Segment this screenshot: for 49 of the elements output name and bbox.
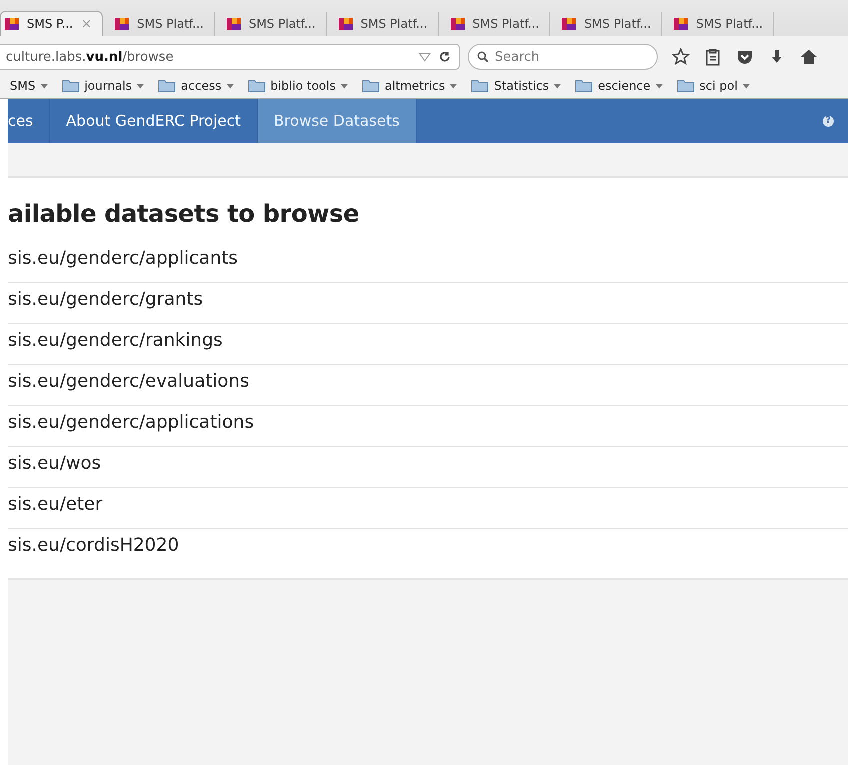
- favicon-icon: [115, 17, 130, 31]
- bookmark-menu[interactable]: escience: [575, 79, 663, 93]
- bookmark-menu[interactable]: sci pol: [676, 79, 750, 93]
- folder-icon: [362, 79, 380, 93]
- bookmark-menu[interactable]: access: [158, 79, 234, 93]
- pocket-icon[interactable]: [736, 48, 754, 66]
- bookmark-menu[interactable]: Statistics: [471, 79, 562, 93]
- caret-icon: [742, 84, 750, 88]
- caret-icon: [450, 84, 458, 88]
- bookmark-menu[interactable]: SMS: [10, 79, 48, 93]
- caret-icon: [340, 84, 348, 88]
- dataset-link[interactable]: sis.eu/genderc/applications: [8, 406, 848, 447]
- dataset-link[interactable]: sis.eu/cordisH2020: [8, 529, 848, 570]
- favicon-icon: [226, 17, 241, 31]
- favicon-icon: [450, 17, 465, 31]
- favicon-icon: [338, 17, 353, 31]
- favicon-icon: [562, 17, 576, 31]
- favicon-icon: [674, 17, 688, 31]
- reload-icon[interactable]: [439, 51, 451, 63]
- dropdown-icon: [419, 51, 431, 63]
- folder-icon: [471, 79, 490, 93]
- dataset-link[interactable]: sis.eu/genderc/evaluations: [8, 365, 848, 406]
- browser-tab[interactable]: SMS P... ×: [0, 11, 104, 36]
- bookmark-menu[interactable]: altmetrics: [362, 79, 458, 93]
- address-bar[interactable]: culture.labs.vu.nl/browse: [0, 44, 460, 70]
- clipboard-icon[interactable]: [704, 48, 722, 66]
- dataset-link[interactable]: sis.eu/eter: [8, 488, 848, 529]
- dataset-link[interactable]: sis.eu/genderc/grants: [8, 283, 848, 324]
- search-field[interactable]: Search: [468, 44, 658, 70]
- folder-icon: [676, 79, 695, 93]
- bookmark-menu[interactable]: biblio tools: [248, 79, 348, 93]
- home-icon[interactable]: [800, 48, 818, 66]
- caret-icon: [137, 84, 144, 88]
- page-heading: ailable datasets to browse: [8, 200, 360, 228]
- folder-icon: [248, 79, 266, 93]
- folder-icon: [158, 79, 176, 93]
- caret-icon: [40, 84, 48, 88]
- caret-icon: [554, 84, 562, 88]
- dataset-link[interactable]: sis.eu/genderc/rankings: [8, 324, 848, 365]
- help-icon[interactable]: ?: [823, 116, 834, 126]
- caret-icon: [226, 84, 234, 88]
- folder-icon: [62, 79, 80, 93]
- star-icon[interactable]: [672, 48, 690, 66]
- favicon-icon: [5, 17, 19, 31]
- bookmark-menu[interactable]: journals: [62, 79, 144, 93]
- dataset-link[interactable]: sis.eu/wos: [8, 447, 848, 488]
- dataset-link[interactable]: sis.eu/genderc/applicants: [8, 242, 848, 283]
- caret-icon: [656, 84, 663, 88]
- folder-icon: [575, 79, 594, 93]
